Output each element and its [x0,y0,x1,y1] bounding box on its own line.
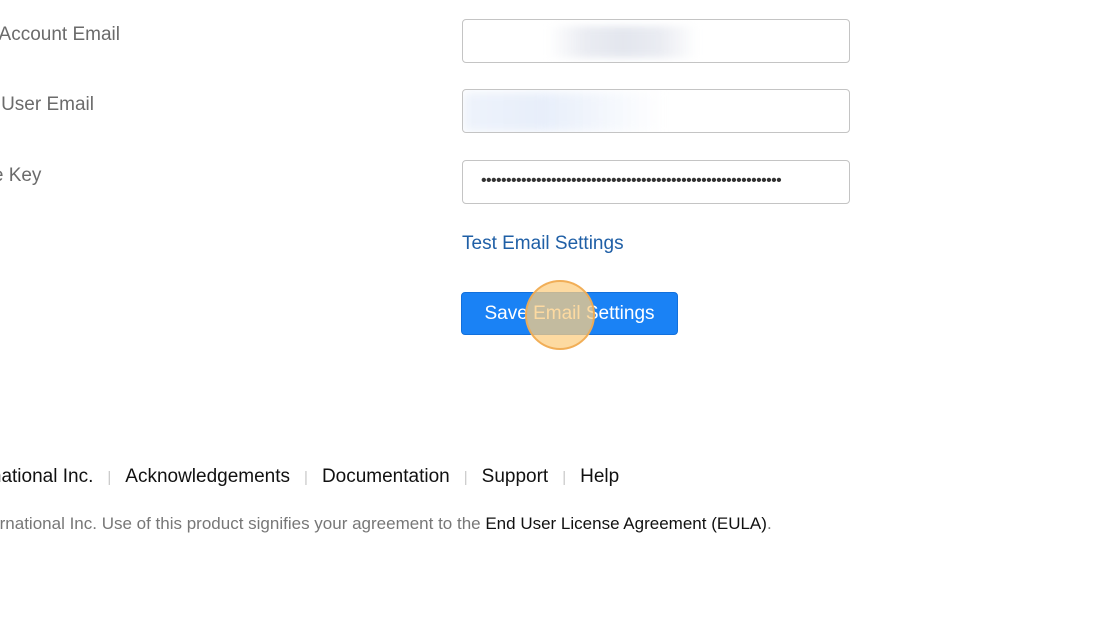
service-account-email-label: ice Account Email [0,24,120,45]
redacted-value [463,92,663,132]
footer-link-help[interactable]: Help [580,466,619,487]
footer-link-company[interactable]: ernational Inc. [0,466,93,487]
separator: | [463,469,468,486]
test-email-settings-link[interactable]: Test Email Settings [462,233,624,255]
email-settings-page: ice Account Email in User Email ate Key … [0,0,1120,630]
private-key-field[interactable]: ••••••••••••••••••••••••••••••••••••••••… [462,160,850,204]
separator: | [562,469,567,486]
footer-link-support[interactable]: Support [482,466,549,487]
footer-link-documentation[interactable]: Documentation [322,466,450,487]
separator: | [107,469,112,486]
admin-user-email-label: in User Email [0,94,94,115]
admin-user-email-field[interactable] [462,89,850,133]
private-key-masked-value: ••••••••••••••••••••••••••••••••••••••••… [481,172,782,189]
footer-legal-text: nternational Inc. Use of this product si… [0,514,772,534]
legal-prefix: nternational Inc. Use of this product si… [0,514,486,533]
separator: | [304,469,308,486]
service-account-email-field[interactable] [462,19,850,63]
eula-link[interactable]: End User License Agreement (EULA) [485,514,767,533]
redacted-value [548,26,698,58]
save-email-settings-button[interactable]: Save Email Settings [461,292,678,335]
private-key-label: ate Key [0,165,42,186]
footer-links: ernational Inc. | Acknowledgements | Documen… [0,466,619,488]
legal-suffix: . [766,514,772,533]
footer-link-acknowledgements[interactable]: Acknowledgements [125,466,290,487]
